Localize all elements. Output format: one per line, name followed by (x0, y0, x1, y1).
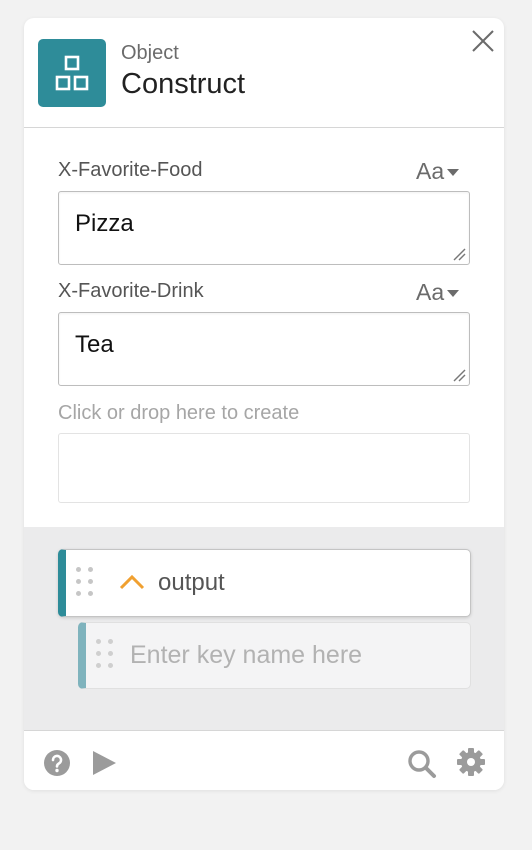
create-field-dropzone[interactable] (58, 433, 470, 503)
block-kind-label: Object (121, 42, 179, 64)
close-icon[interactable] (470, 28, 496, 54)
key-name-row[interactable]: Enter key name here (78, 622, 471, 689)
panel-header: Object Construct (24, 18, 504, 128)
construct-panel: Object Construct X-Favorite-Food Aa Pizz… (24, 18, 504, 790)
field-label-drink: X-Favorite-Drink (58, 280, 204, 302)
resize-handle-icon[interactable] (452, 368, 466, 382)
output-name: output (158, 569, 225, 596)
type-toggle-food[interactable]: Aa (416, 158, 460, 185)
field-value-food: Pizza (75, 210, 134, 237)
objects-icon (38, 39, 106, 107)
type-toggle-label: Aa (416, 279, 445, 305)
key-name-input[interactable]: Enter key name here (130, 641, 362, 670)
caret-down-icon (447, 290, 460, 297)
field-input-food[interactable]: Pizza (58, 191, 470, 265)
drag-handle-icon[interactable] (76, 567, 93, 596)
help-icon[interactable] (43, 749, 71, 777)
chevron-up-icon[interactable] (118, 572, 146, 592)
drag-handle-icon[interactable] (96, 639, 113, 668)
caret-down-icon (447, 169, 460, 176)
resize-handle-icon[interactable] (452, 247, 466, 261)
output-row[interactable]: output (58, 549, 471, 617)
play-icon[interactable] (90, 749, 118, 777)
panel-footer (24, 730, 504, 790)
field-value-drink: Tea (75, 331, 114, 358)
type-toggle-label: Aa (416, 158, 445, 184)
block-title: Construct (121, 68, 246, 100)
search-icon[interactable] (407, 749, 437, 779)
output-area: output Enter key name here (24, 527, 504, 730)
settings-icon[interactable] (456, 747, 486, 777)
field-label-food: X-Favorite-Food (58, 159, 203, 181)
create-field-label: Click or drop here to create (58, 402, 300, 424)
type-toggle-drink[interactable]: Aa (416, 279, 460, 306)
field-input-drink[interactable]: Tea (58, 312, 470, 386)
